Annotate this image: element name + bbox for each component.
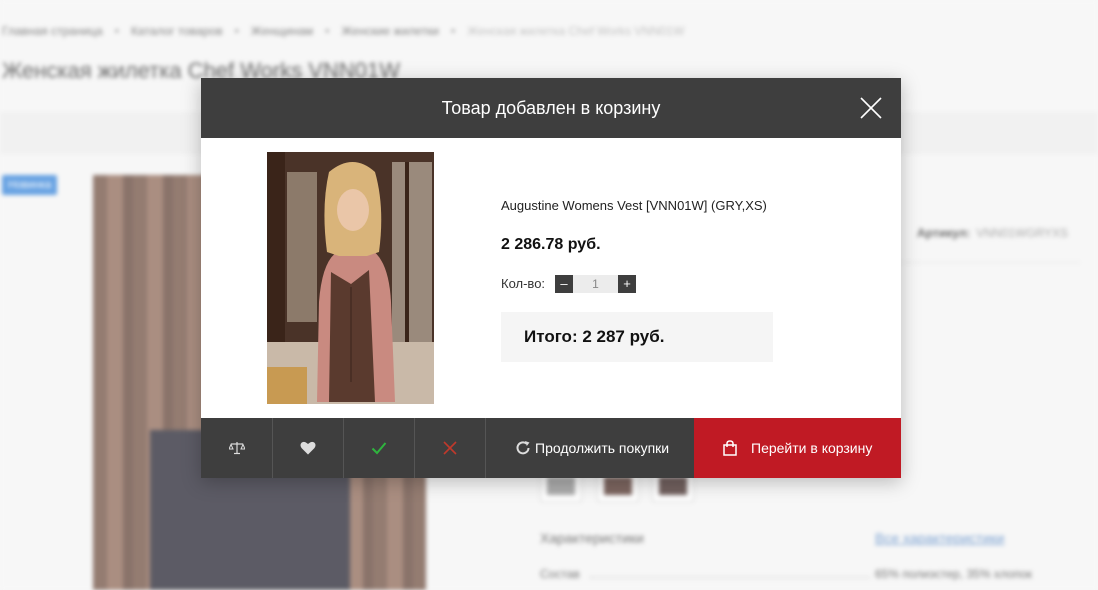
quantity-label: Кол-во: — [501, 276, 546, 291]
go-to-cart-button[interactable]: Перейти в корзину — [694, 418, 901, 478]
shopping-bag-icon — [723, 440, 737, 456]
quantity-decrease-button[interactable]: – — [555, 275, 573, 293]
added-to-cart-modal: Товар добавлен в корзину Augustine Women… — [201, 78, 901, 478]
continue-shopping-button[interactable]: Продолжить покупки — [486, 418, 694, 478]
remove-button[interactable] — [415, 418, 486, 478]
go-to-cart-label: Перейти в корзину — [751, 440, 873, 456]
product-image[interactable] — [267, 152, 434, 404]
modal-title: Товар добавлен в корзину — [441, 98, 661, 118]
modal-header: Товар добавлен в корзину — [201, 78, 901, 138]
total-box: Итого: 2 287 руб. — [501, 312, 773, 362]
scales-icon — [228, 442, 245, 455]
confirm-button[interactable] — [344, 418, 415, 478]
close-icon — [860, 97, 882, 119]
continue-shopping-label: Продолжить покупки — [535, 440, 670, 456]
product-name[interactable]: Augustine Womens Vest [VNN01W] (GRY,XS) — [501, 198, 767, 213]
close-button[interactable] — [856, 93, 886, 123]
product-price: 2 286.78 руб. — [501, 236, 601, 253]
compare-button[interactable] — [201, 418, 273, 478]
modal-footer: Продолжить покупки Перейти в корзину — [201, 418, 901, 478]
refresh-icon — [516, 441, 530, 455]
total-price: Итого: 2 287 руб. — [524, 327, 665, 346]
heart-icon — [300, 441, 316, 455]
quantity-input[interactable] — [573, 275, 618, 293]
cross-icon — [443, 441, 457, 455]
favorite-button[interactable] — [273, 418, 344, 478]
check-icon — [371, 442, 387, 455]
quantity-increase-button[interactable]: + — [618, 275, 636, 293]
